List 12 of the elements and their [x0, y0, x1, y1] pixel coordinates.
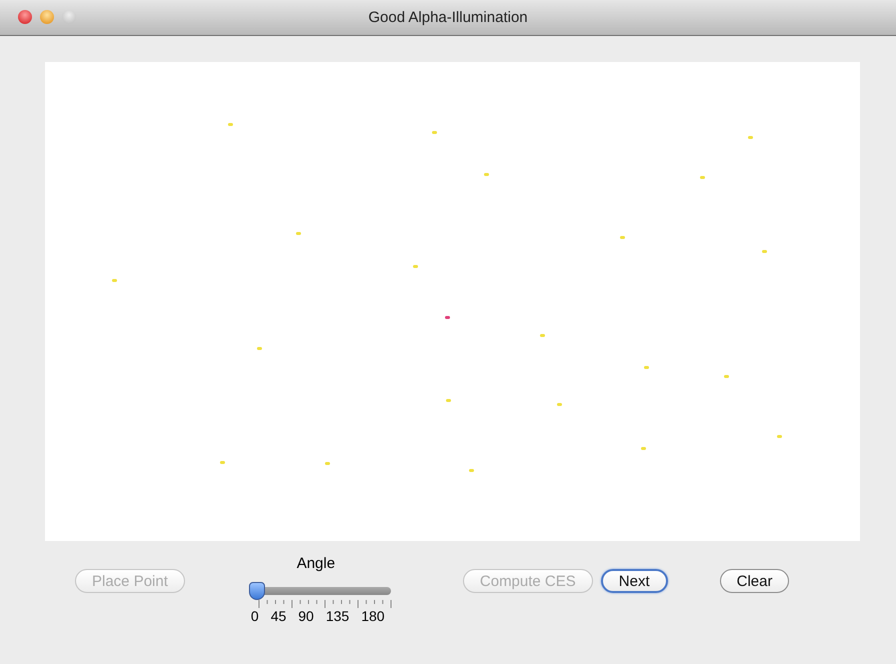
- angle-slider[interactable]: [248, 582, 393, 600]
- tick-label: 90: [298, 608, 314, 624]
- tick-label: 180: [361, 608, 385, 624]
- close-button[interactable]: [18, 10, 32, 24]
- tick-label: 135: [326, 608, 350, 624]
- clear-button[interactable]: Clear: [720, 569, 790, 593]
- slider-thumb[interactable]: [248, 582, 265, 600]
- window-title: Good Alpha-Illumination: [368, 9, 528, 26]
- next-button[interactable]: Next: [600, 569, 668, 593]
- tick-label: 45: [270, 608, 286, 624]
- angle-label: Angle: [296, 555, 336, 572]
- tick-label: 0: [250, 608, 259, 624]
